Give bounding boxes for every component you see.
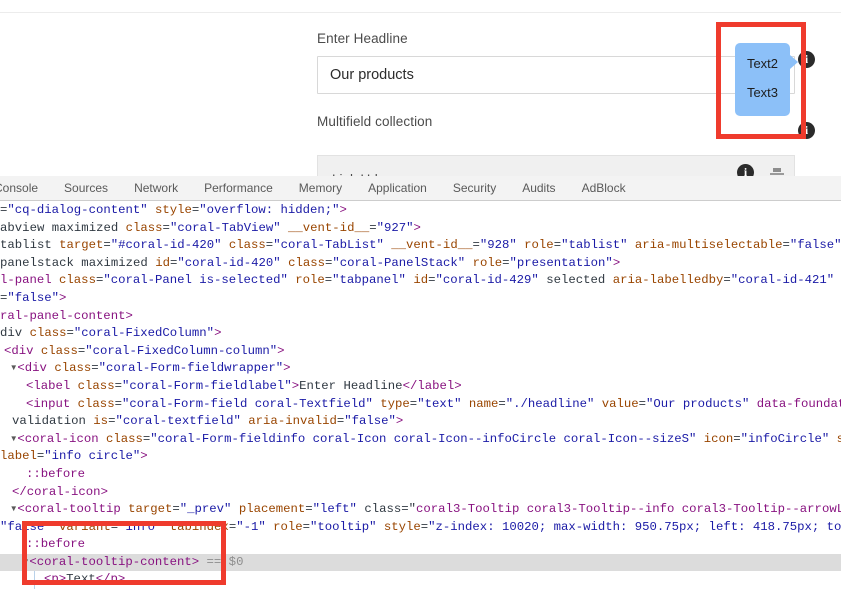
dom-tree-guide-line bbox=[34, 571, 35, 589]
multifield-item-icons: i bbox=[737, 164, 786, 176]
tab-console[interactable]: Console bbox=[0, 176, 51, 200]
tab-network[interactable]: Network bbox=[121, 176, 191, 200]
devtools-panel: Console Sources Network Performance Memo… bbox=[0, 176, 841, 589]
screenshot-root: Enter Headline Our products Multifield c… bbox=[0, 0, 841, 589]
dom-line[interactable]: ="cq-dialog-content" style="overflow: hi… bbox=[0, 202, 841, 220]
dom-line[interactable]: ▾<coral-tooltip target="_prev" placement… bbox=[0, 501, 841, 519]
coral-tooltip: Text2 Text3 bbox=[735, 43, 798, 116]
info-glyph: i bbox=[743, 165, 748, 176]
dom-line[interactable]: label="info circle"> bbox=[0, 448, 841, 466]
tab-performance[interactable]: Performance bbox=[191, 176, 286, 200]
dom-line[interactable]: ::before bbox=[0, 466, 841, 484]
tab-memory[interactable]: Memory bbox=[286, 176, 355, 200]
tab-audits[interactable]: Audits bbox=[509, 176, 568, 200]
dom-line-selected[interactable]: ▾<coral-tooltip-content> == $0 bbox=[0, 553, 841, 572]
tooltip-arrow-icon bbox=[790, 55, 798, 69]
devtools-tabbar: Console Sources Network Performance Memo… bbox=[0, 176, 841, 201]
dom-line[interactable]: validation is="coral-textfield" aria-inv… bbox=[0, 413, 841, 431]
drag-handle-icon[interactable] bbox=[768, 166, 786, 176]
aem-dialog-region: Enter Headline Our products Multifield c… bbox=[0, 0, 841, 176]
dom-line[interactable]: <label class="coral-Form-fieldlabel">Ent… bbox=[0, 378, 841, 396]
info-glyph: i bbox=[804, 123, 809, 137]
multifield-item-panel: Link Url i bbox=[317, 155, 795, 176]
tab-sources[interactable]: Sources bbox=[51, 176, 121, 200]
info-circle-icon[interactable]: i bbox=[737, 164, 754, 176]
dom-line[interactable]: ▾<coral-icon class="coral-Form-fieldinfo… bbox=[0, 431, 841, 449]
dom-line[interactable]: tablist target="#coral-id-420" class="co… bbox=[0, 237, 841, 255]
dom-line[interactable]: <p>Text</p> bbox=[0, 571, 841, 589]
dom-line[interactable]: </coral-icon> bbox=[0, 484, 841, 502]
tab-adblock[interactable]: AdBlock bbox=[569, 176, 639, 200]
multifield-item-row[interactable]: Link Url i bbox=[318, 156, 794, 176]
tab-application[interactable]: Application bbox=[355, 176, 440, 200]
dom-line[interactable]: ral-panel-content> bbox=[0, 308, 841, 326]
dom-line[interactable]: panelstack maximized id="coral-id-420" c… bbox=[0, 255, 841, 273]
headline-input-value: Our products bbox=[330, 67, 414, 83]
dom-line[interactable]: ▾<div class="coral-Form-fieldwrapper"> bbox=[0, 360, 841, 378]
dom-line[interactable]: <div class="coral-FixedColumn-column"> bbox=[0, 343, 841, 361]
dom-line[interactable]: ::before bbox=[0, 536, 841, 554]
tab-security[interactable]: Security bbox=[440, 176, 509, 200]
top-divider bbox=[0, 12, 841, 13]
dom-line[interactable]: ="false"> bbox=[0, 290, 841, 308]
dom-line[interactable]: l-panel class="coral-Panel is-selected" … bbox=[0, 272, 841, 290]
dom-tree[interactable]: ="cq-dialog-content" style="overflow: hi… bbox=[0, 201, 841, 589]
headline-input[interactable]: Our products bbox=[317, 56, 795, 94]
dom-line[interactable]: div class="coral-FixedColumn"> bbox=[0, 325, 841, 343]
tooltip-line-text3: Text3 bbox=[746, 85, 779, 100]
info-circle-icon[interactable]: i bbox=[798, 51, 815, 68]
info-circle-icon[interactable]: i bbox=[798, 122, 815, 139]
dom-line[interactable]: "false" variant="info" tabindex="-1" rol… bbox=[0, 519, 841, 537]
dom-line[interactable]: <input class="coral-Form-field coral-Tex… bbox=[0, 396, 841, 414]
tooltip-line-text2: Text2 bbox=[746, 56, 779, 71]
info-glyph: i bbox=[804, 52, 809, 66]
dom-line[interactable]: abview maximized class="coral-TabView" _… bbox=[0, 220, 841, 238]
